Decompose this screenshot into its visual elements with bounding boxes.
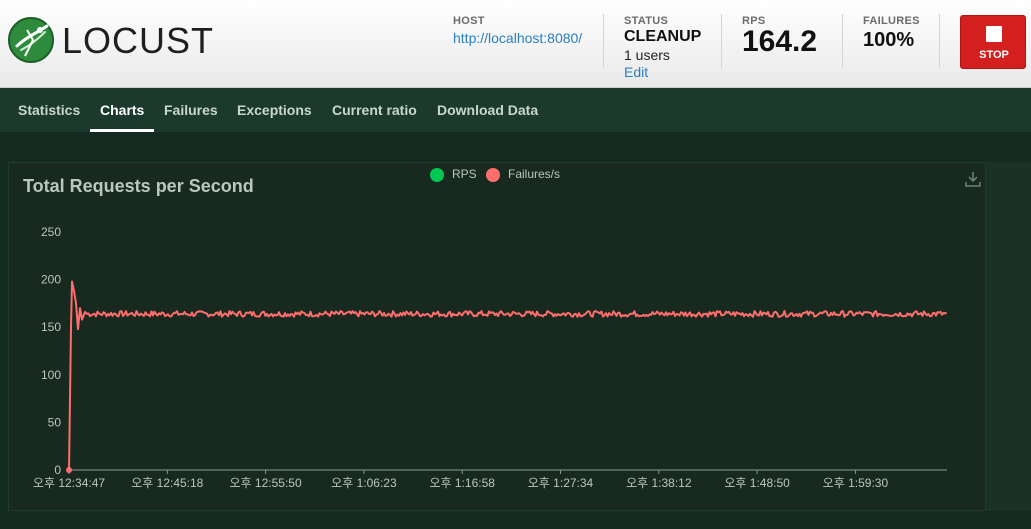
x-tick-label: 오후 12:34:47	[33, 476, 105, 490]
divider	[842, 14, 843, 68]
stop-label: STOP	[979, 49, 1009, 61]
user-count: 1 users	[624, 47, 670, 63]
chart-panel-scroll-area	[986, 162, 1031, 511]
divider	[603, 14, 604, 68]
y-tick-label: 0	[54, 463, 61, 477]
y-tick-label: 150	[41, 320, 61, 334]
logo-text: LOCUST	[62, 20, 215, 61]
rps-value: 164.2	[742, 25, 818, 58]
tab-bar: Statistics Charts Failures Exceptions Cu…	[0, 88, 1031, 132]
rps-stat: RPS 164.2	[742, 15, 817, 59]
status-stat: STATUS CLEANUP 1 users Edit	[624, 15, 701, 80]
y-tick-label: 50	[48, 415, 62, 429]
chart-panel: Total Requests per Second RPS Failures/s…	[8, 162, 986, 511]
failures-label: FAILURES	[863, 15, 920, 27]
x-tick-label: 오후 1:48:50	[724, 476, 790, 490]
failures-value: 100%	[863, 29, 915, 51]
y-tick-label: 250	[41, 225, 61, 239]
tab-charts[interactable]: Charts	[89, 88, 155, 132]
tab-statistics[interactable]: Statistics	[18, 88, 80, 132]
failures-series-line	[68, 280, 948, 471]
stop-square-icon	[986, 26, 1002, 42]
divider	[721, 14, 722, 68]
x-tick-label: 오후 12:55:50	[230, 476, 302, 490]
y-tick-label: 100	[41, 368, 61, 382]
stop-button[interactable]: STOP	[960, 15, 1026, 69]
host-label: HOST	[453, 15, 485, 27]
tab-current-ratio[interactable]: Current ratio	[332, 88, 417, 132]
locust-logo-icon[interactable]	[7, 16, 55, 64]
status-value: CLEANUP	[624, 28, 702, 45]
chart-plot: 0 50 100 150 200 250 오후 12:34:47 오후 12:45:18 오후 …	[33, 225, 948, 490]
failures-stat: FAILURES 100%	[863, 15, 920, 52]
x-tick-label: 오후 1:27:34	[528, 476, 594, 490]
divider	[939, 14, 940, 68]
tab-failures[interactable]: Failures	[164, 88, 218, 132]
x-tick-label: 오후 12:45:18	[131, 476, 203, 490]
tab-download-data[interactable]: Download Data	[437, 88, 538, 132]
host-link[interactable]: http://localhost:8080/	[453, 30, 582, 46]
x-tick-label: 오후 1:16:58	[429, 476, 495, 490]
tab-exceptions[interactable]: Exceptions	[237, 88, 312, 132]
edit-link[interactable]: Edit	[624, 64, 701, 80]
x-tick-label: 오후 1:59:30	[823, 476, 889, 490]
y-tick-label: 200	[41, 273, 61, 287]
host-stat: HOST http://localhost:8080/	[453, 15, 582, 46]
x-tick-label: 오후 1:38:12	[626, 476, 692, 490]
header: LOCUST HOST http://localhost:8080/ STATU…	[0, 0, 1031, 88]
x-tick-label: 오후 1:06:23	[331, 476, 397, 490]
series-start-point	[66, 467, 72, 473]
status-label: STATUS	[624, 15, 669, 27]
